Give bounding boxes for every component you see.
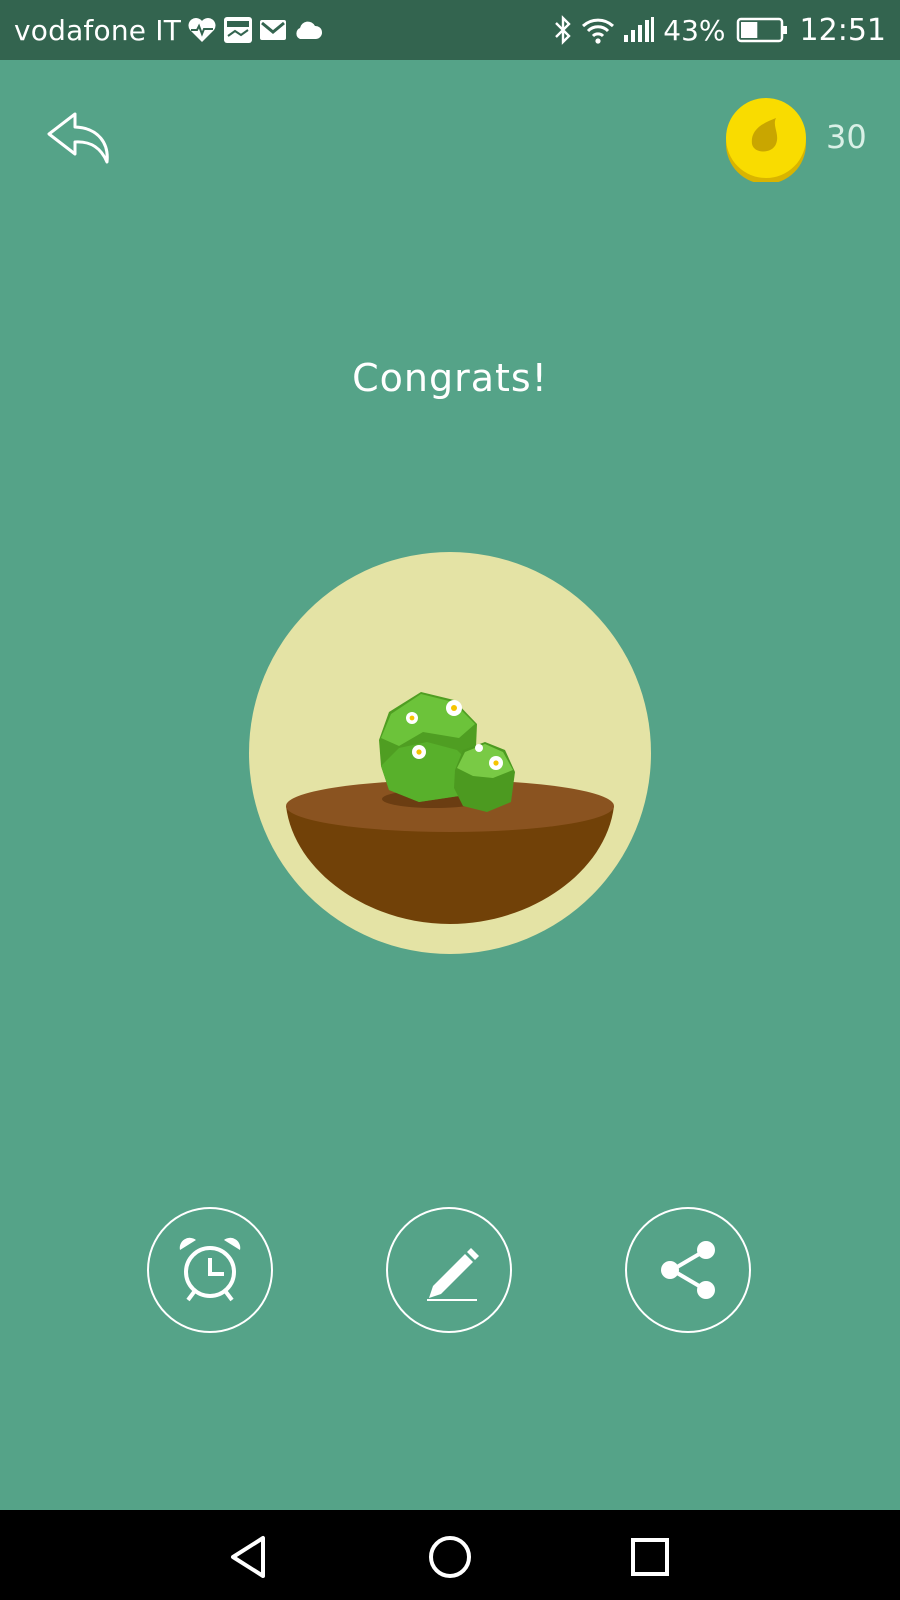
carrier-name: vodafone IT — [14, 13, 182, 47]
battery-icon — [736, 16, 788, 44]
back-button[interactable] — [45, 108, 117, 168]
bush-in-pot-icon — [249, 552, 651, 954]
coin-count: 30 — [826, 118, 867, 156]
reply-arrow-icon — [47, 112, 109, 164]
coin-button[interactable] — [724, 98, 808, 184]
note-button[interactable] — [386, 1207, 512, 1333]
square-recent-icon — [631, 1538, 669, 1576]
signal-icon — [623, 17, 655, 43]
nav-back-button[interactable] — [225, 1532, 275, 1582]
share-button[interactable] — [625, 1207, 751, 1333]
bluetooth-icon — [553, 15, 573, 45]
status-left: vodafone IT — [14, 14, 323, 47]
heart-pulse-icon — [187, 17, 217, 43]
navigation-bar — [0, 1510, 900, 1600]
status-right: 43% 12:51 — [553, 13, 886, 48]
page-title: Congrats! — [352, 356, 548, 400]
nav-home-button[interactable] — [425, 1532, 475, 1582]
nav-recent-button[interactable] — [625, 1532, 675, 1582]
wifi-icon — [581, 16, 615, 44]
cloud-icon — [293, 20, 323, 40]
gmail-icon — [259, 19, 287, 41]
status-bar: vodafone IT 43% 12:51 — [0, 0, 900, 60]
clock: 12:51 — [799, 12, 886, 48]
seed-coin-icon — [726, 98, 806, 184]
pencil-icon — [427, 1248, 479, 1301]
battery-percent: 43% — [663, 13, 726, 47]
share-icon — [661, 1241, 715, 1299]
photo-icon — [223, 16, 253, 44]
timer-button[interactable] — [147, 1207, 273, 1333]
triangle-back-icon — [231, 1536, 265, 1578]
circle-home-icon — [429, 1536, 471, 1578]
alarm-clock-icon — [179, 1237, 241, 1302]
